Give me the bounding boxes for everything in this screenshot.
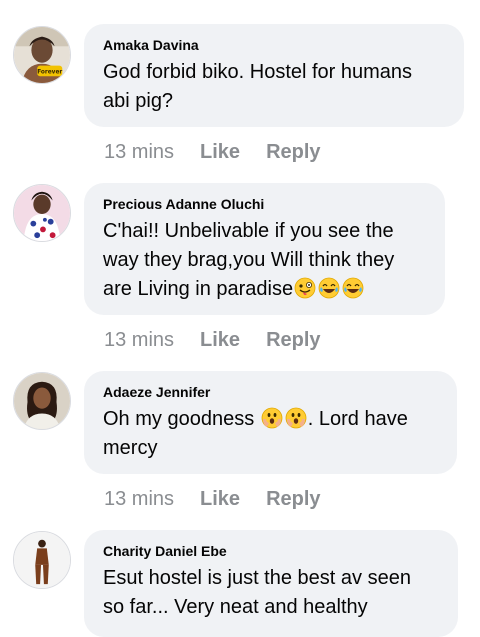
comment-text: Esut hostel is just the best av seen so f… — [103, 564, 440, 622]
comment-text: Oh my goodness . Lord have mercy — [103, 405, 439, 463]
comment-author[interactable]: Precious Adanne Oluchi — [103, 195, 427, 213]
profile-photo-icon — [14, 185, 70, 241]
comment-text-line: way they brag,you Will think they — [103, 249, 395, 271]
comment-text-line: Esut hostel is just the best av seen — [103, 567, 411, 589]
comment-timestamp[interactable]: 13 mins — [104, 329, 174, 351]
comment-text-segment: Oh my goodness — [103, 408, 260, 430]
comment-bubble: Charity Daniel Ebe Esut hostel is just t… — [84, 530, 458, 637]
comment-author[interactable]: Charity Daniel Ebe — [103, 542, 440, 560]
svg-text:Forever: Forever — [37, 69, 62, 75]
reply-button[interactable]: Reply — [266, 141, 320, 163]
comment-text-segment: . Lord have — [307, 408, 408, 430]
comment-actions: 13 mins Like Reply — [104, 328, 347, 352]
comment-bubble: Adaeze Jennifer Oh my goodness . Lord ha… — [84, 371, 457, 474]
avatar[interactable] — [13, 531, 71, 589]
comment-author[interactable]: Amaka Davina — [103, 36, 446, 54]
tears-of-joy-emoji — [318, 277, 340, 299]
comment-text-line: mercy — [103, 437, 158, 459]
like-button[interactable]: Like — [200, 329, 240, 351]
reply-button[interactable]: Reply — [266, 488, 320, 510]
comment-text-line: abi pig? — [103, 90, 174, 112]
profile-photo-icon: Forever — [14, 27, 70, 83]
shocked-face-emoji — [261, 407, 283, 429]
profile-photo-icon — [14, 373, 70, 429]
avatar[interactable] — [13, 184, 71, 242]
comment-timestamp[interactable]: 13 mins — [104, 488, 174, 510]
comment-text-line: God forbid biko. Hostel for humans — [103, 61, 413, 83]
comment-text: C'hai!! Unbelivable if you see the way th… — [103, 217, 427, 304]
comment-text-line: are Living in paradise — [103, 278, 294, 300]
comment-text: God forbid biko. Hostel for humans abi pi… — [103, 58, 446, 116]
shocked-face-emoji — [285, 407, 307, 429]
profile-photo-icon — [14, 532, 70, 588]
comment-bubble: Precious Adanne Oluchi C'hai!! Unbelivab… — [84, 183, 445, 315]
reply-button[interactable]: Reply — [266, 329, 320, 351]
comment-text-line: so far... Very neat and healthy — [103, 596, 368, 618]
comment-author[interactable]: Adaeze Jennifer — [103, 383, 439, 401]
zany-face-emoji — [294, 277, 316, 299]
comment-text-line: C'hai!! Unbelivable if you see the — [103, 220, 394, 242]
comment-actions: 13 mins Like Reply — [104, 140, 347, 164]
avatar[interactable] — [13, 372, 71, 430]
avatar[interactable]: Forever — [13, 26, 71, 84]
tears-of-joy-emoji — [342, 277, 364, 299]
like-button[interactable]: Like — [200, 141, 240, 163]
like-button[interactable]: Like — [200, 488, 240, 510]
comment-actions: 13 mins Like Reply — [104, 487, 347, 511]
comment-bubble: Amaka Davina God forbid biko. Hostel for… — [84, 24, 464, 127]
comment-timestamp[interactable]: 13 mins — [104, 141, 174, 163]
